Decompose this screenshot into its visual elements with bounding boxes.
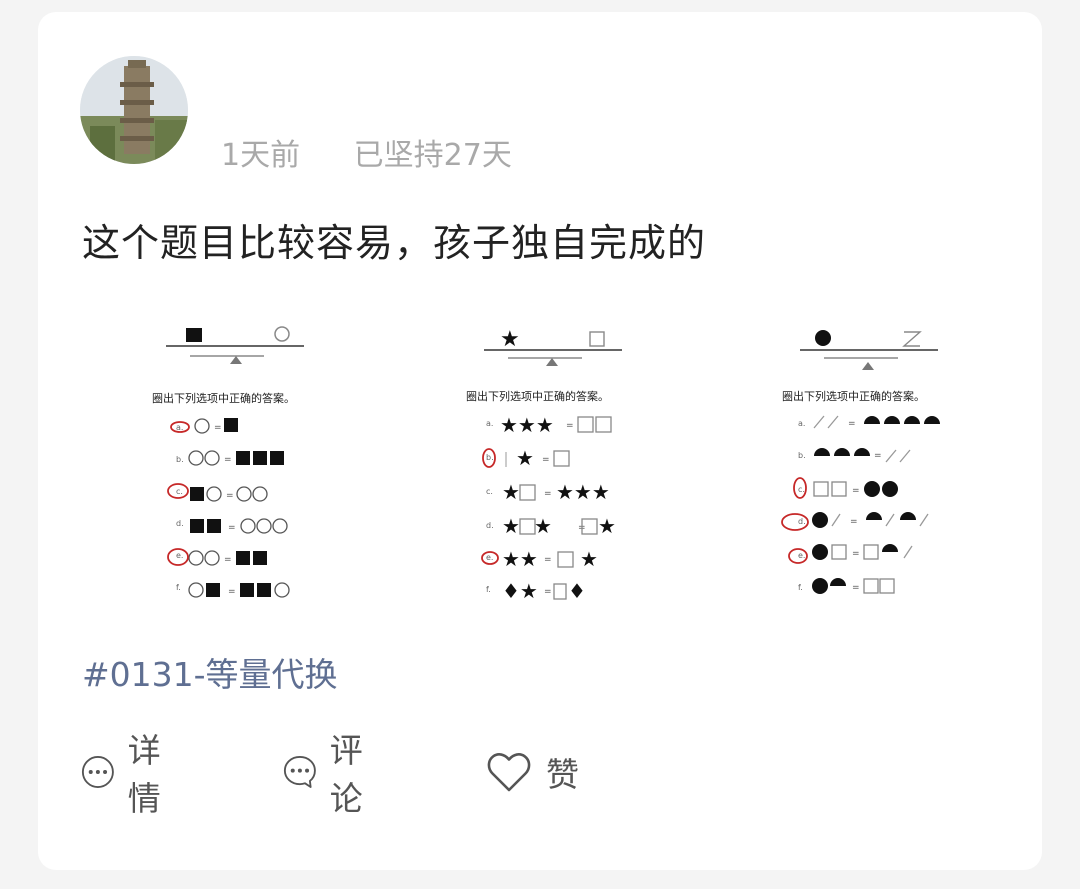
option-label: b.	[486, 453, 494, 462]
svg-text:★: ★	[580, 547, 598, 571]
option-label: f.	[798, 583, 803, 592]
comment-label: 评论	[329, 731, 363, 818]
svg-text:=: =	[544, 555, 552, 565]
puzzle-instruction: 圈出下列选项中正确的答案。	[466, 389, 609, 403]
comment-button[interactable]: 评论	[282, 731, 377, 818]
svg-text:=: =	[852, 486, 860, 496]
option-label: a.	[798, 419, 805, 428]
svg-text:=: =	[874, 451, 882, 461]
hashtag-link[interactable]: #0131-等量代换	[82, 648, 338, 696]
option-label: f.	[486, 585, 491, 594]
svg-text:=: =	[848, 419, 856, 429]
svg-text:=: =	[852, 583, 860, 593]
like-button[interactable]: 赞	[484, 744, 579, 800]
heart-icon	[487, 753, 531, 792]
more-circle-icon	[81, 756, 114, 788]
post-text: 这个题目比较容易，孩子独自完成的	[82, 221, 707, 265]
svg-text:★: ★	[534, 514, 552, 538]
option-label: c.	[176, 487, 183, 496]
svg-text:★: ★	[516, 446, 534, 470]
streak-days: 已坚持27天	[353, 138, 512, 173]
option-label: e.	[486, 553, 493, 562]
details-label: 详情	[127, 731, 161, 818]
puzzle-image-3[interactable]: 圈出下列选项中正确的答案。 a. b. c. d. e. f. = = = = …	[778, 312, 1078, 612]
puzzle-image-1[interactable]: 圈出下列选项中正确的答案。 a. b. c. d. e. f. = = = = …	[144, 312, 444, 612]
svg-text:★: ★	[500, 327, 520, 352]
svg-text:=: =	[228, 587, 236, 597]
puzzle-instruction: 圈出下列选项中正确的答案。	[152, 391, 295, 405]
post-meta: 1天前 已坚持27天	[221, 130, 556, 174]
svg-text:=: =	[224, 455, 232, 465]
option-label: c.	[486, 487, 493, 496]
option-label: b.	[798, 451, 806, 460]
option-label: b.	[176, 455, 184, 464]
svg-text:=: =	[542, 455, 550, 465]
svg-text:★★: ★★	[502, 547, 538, 571]
option-label: f.	[176, 583, 181, 592]
svg-text:=: =	[228, 523, 236, 533]
option-label: e.	[798, 551, 805, 560]
svg-text:★★★: ★★★	[556, 480, 610, 504]
post-time: 1天前	[221, 138, 301, 173]
option-label: a.	[486, 419, 493, 428]
svg-text:★: ★	[502, 514, 520, 538]
puzzle-image-2[interactable]: ★ 圈出下列选项中正确的答案。 a. b. c. d. e. f. ★★★ ★ …	[462, 312, 762, 612]
svg-text:★★★: ★★★	[500, 413, 554, 437]
svg-text:=: =	[226, 491, 234, 501]
svg-text:★: ★	[598, 514, 616, 538]
details-button[interactable]: 详情	[80, 731, 175, 818]
option-label: d.	[798, 517, 806, 526]
option-label: c.	[798, 485, 805, 494]
svg-text:=: =	[852, 549, 860, 559]
option-label: d.	[176, 519, 184, 528]
svg-text:=: =	[850, 517, 858, 527]
option-label: e.	[176, 551, 183, 560]
svg-text:♦: ♦	[568, 579, 586, 603]
svg-text:=: =	[544, 489, 552, 499]
option-label: a.	[176, 423, 183, 432]
option-label: d.	[486, 521, 494, 530]
like-label: 赞	[546, 755, 579, 794]
svg-text:=: =	[566, 421, 574, 431]
comment-bubble-icon	[283, 756, 316, 788]
svg-text:★: ★	[502, 480, 520, 504]
svg-text:=: =	[224, 555, 232, 565]
svg-text:♦★: ♦★	[502, 579, 538, 603]
post-card: 1天前 已坚持27天 这个题目比较容易，孩子独自完成的 圈出下列选项中正确的答案…	[38, 12, 1042, 870]
svg-text:=: =	[214, 423, 222, 433]
svg-text:=: =	[544, 587, 552, 597]
avatar[interactable]	[80, 56, 188, 164]
puzzle-instruction: 圈出下列选项中正确的答案。	[782, 389, 925, 403]
